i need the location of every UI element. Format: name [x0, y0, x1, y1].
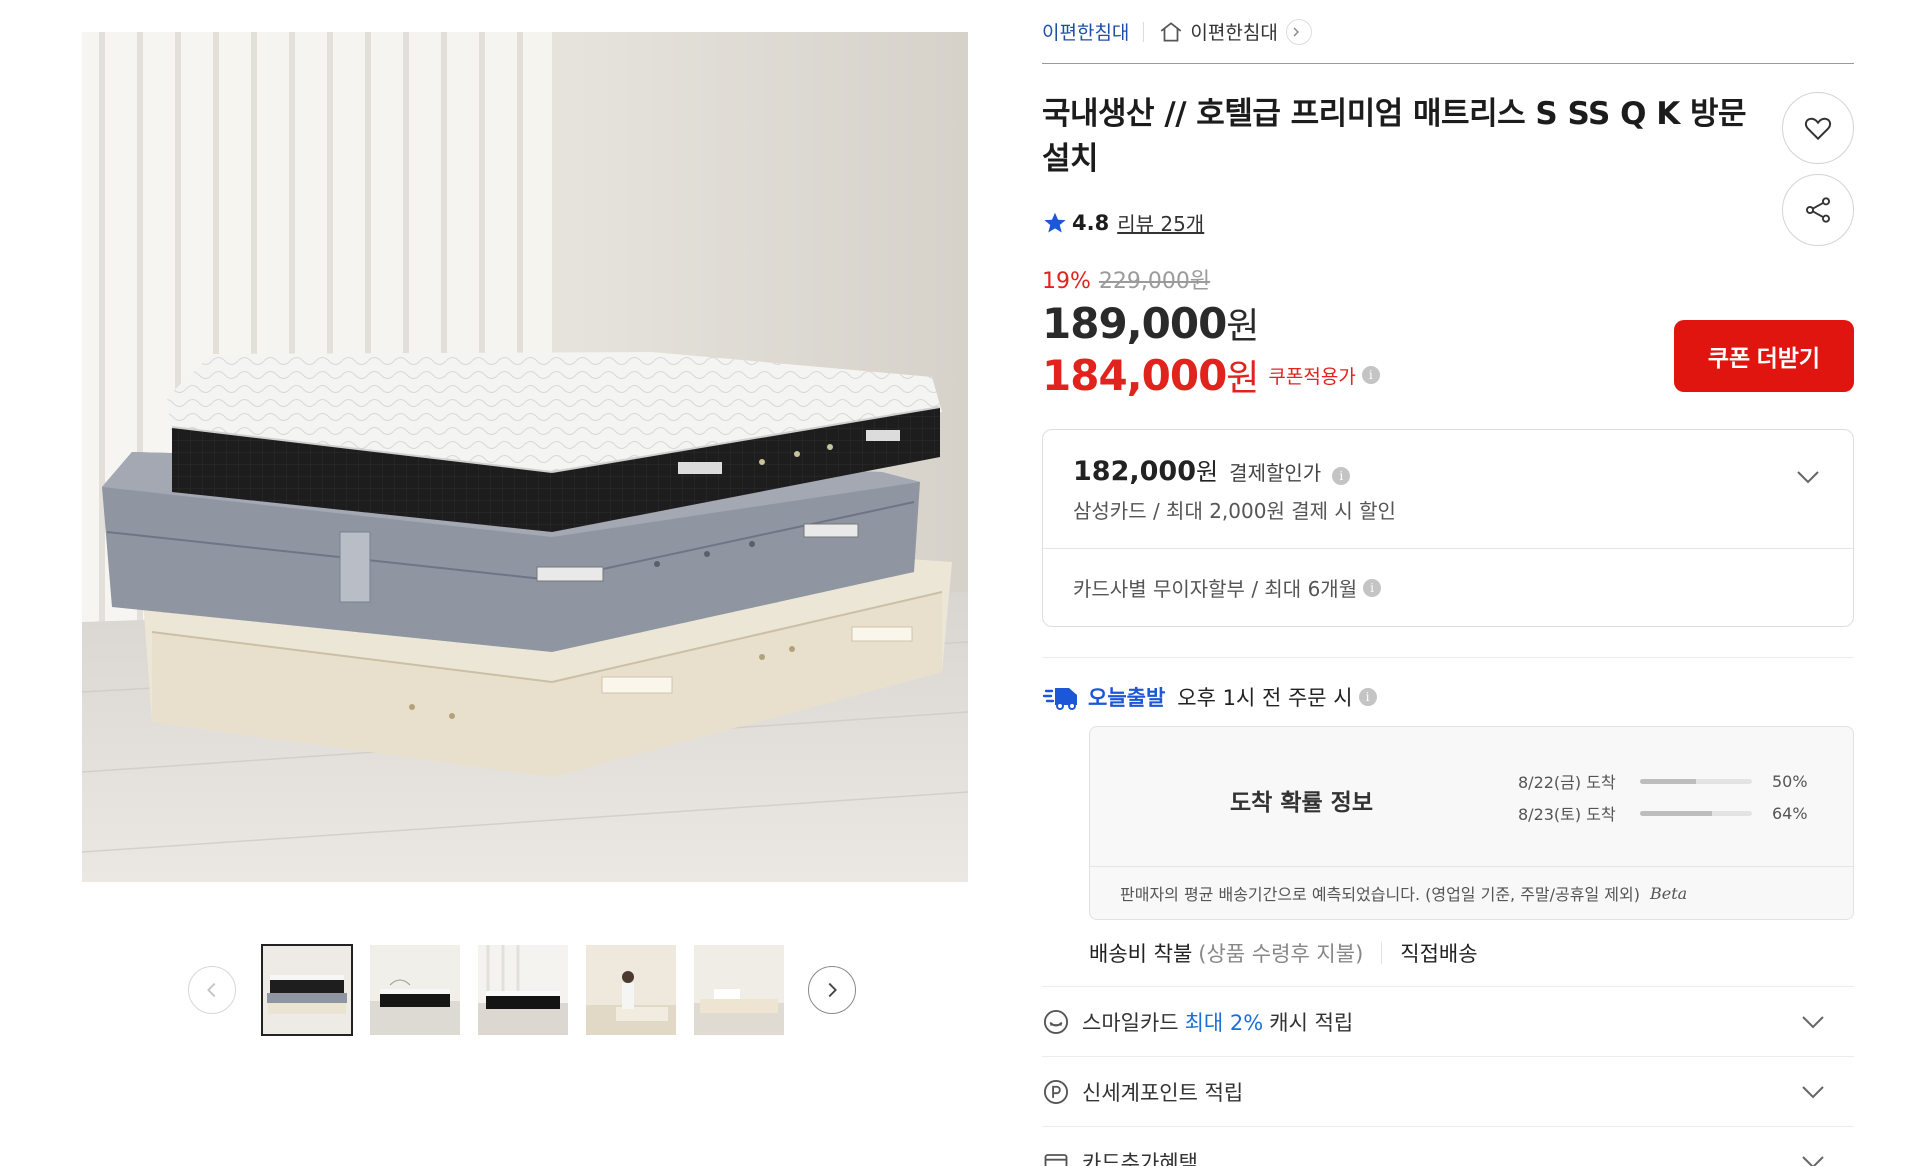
info-icon[interactable]: i: [1363, 578, 1382, 597]
coupon-price-label: 쿠폰적용가: [1268, 365, 1356, 388]
arrival-probability-box: 도착 확률 정보 8/22(금) 도착 50% 8/23(토) 도착 64% 판…: [1089, 726, 1854, 920]
thumbnail-next-button[interactable]: [808, 966, 856, 1014]
heart-icon: [1804, 117, 1832, 141]
probability-row: 8/23(토) 도착 64%: [1518, 797, 1816, 829]
info-icon[interactable]: i: [1361, 366, 1380, 384]
breadcrumb-store-home-link[interactable]: 이편한침대: [1158, 18, 1312, 45]
payment-discount-price: 182,000원: [1073, 456, 1218, 487]
point-icon: [1043, 1079, 1069, 1104]
probability-bar: [1640, 778, 1752, 784]
breadcrumb-store-link[interactable]: 이편한침대: [1042, 18, 1129, 45]
thumbnail-4[interactable]: [586, 945, 676, 1035]
mattress-photo: [82, 32, 968, 882]
probability-bar-fill: [1640, 810, 1712, 816]
probability-date: 8/23(토) 도착: [1518, 805, 1616, 824]
smile-card-suffix: 캐시 적립: [1269, 1010, 1354, 1035]
arrival-estimate-note: 판매자의 평균 배송기간으로 예측되었습니다. (영업일 기준, 주말/공휴일 …: [1090, 867, 1853, 919]
info-icon[interactable]: i: [1332, 467, 1351, 485]
rating-summary: 4.8 리뷰 25개: [1042, 208, 1854, 237]
breadcrumb: 이편한침대 이편한침대: [1042, 0, 1854, 64]
shipping-method: 직접배송: [1400, 942, 1478, 966]
info-icon[interactable]: i: [1358, 688, 1377, 706]
rating-value: 4.8: [1072, 210, 1110, 235]
chevron-right-icon: [1293, 27, 1299, 36]
shipping-fee: 배송비 착불: [1089, 942, 1193, 966]
shinsegae-point-row[interactable]: 신세계포인트 적립: [1042, 1056, 1854, 1126]
chevron-down-icon[interactable]: [1793, 462, 1823, 492]
shipping-condition: 오후 1시 전 주문 시: [1177, 686, 1353, 710]
thumbnail-2[interactable]: [370, 945, 460, 1035]
review-count-link[interactable]: 리뷰 25개: [1117, 208, 1204, 237]
card-discount-note: 삼성카드 / 최대 2,000원 결제 시 할인: [1073, 499, 1396, 523]
card-icon: [1044, 1153, 1068, 1166]
payment-discount-label: 결제할인가: [1229, 461, 1322, 485]
sale-price-number: 189,000: [1042, 299, 1227, 348]
thumbnail-3[interactable]: [478, 945, 568, 1035]
share-icon: [1806, 197, 1830, 223]
payment-discount-header[interactable]: 182,000원 결제할인가 i 삼성카드 / 최대 2,000원 결제 시 할…: [1043, 430, 1853, 549]
probability-list: 8/22(금) 도착 50% 8/23(토) 도착 64%: [1518, 765, 1816, 829]
thumbnail-5[interactable]: [694, 945, 784, 1035]
main-product-image[interactable]: [82, 32, 968, 882]
shipping-divider: [1381, 942, 1383, 964]
probability-bar: [1640, 810, 1752, 816]
probability-date: 8/22(금) 도착: [1518, 773, 1616, 792]
today-shipping-row: 오늘출발 오후 1시 전 주문 시 i: [1042, 682, 1854, 712]
probability-percent: 50%: [1772, 771, 1808, 791]
smile-card-label: 스마일카드: [1082, 1010, 1179, 1035]
breadcrumb-home-label: 이편한침대: [1190, 22, 1278, 44]
discount-rate: 19%: [1042, 269, 1091, 294]
payment-price-number: 182,000: [1073, 456, 1196, 487]
original-price: 229,000원: [1098, 269, 1211, 294]
breadcrumb-arrow-button[interactable]: [1285, 18, 1312, 45]
chevron-down-icon: [1802, 1155, 1824, 1166]
truck-icon: [1042, 688, 1077, 710]
home-icon: [1161, 21, 1182, 42]
get-more-coupons-button[interactable]: 쿠폰 더받기: [1674, 320, 1854, 392]
smile-card-benefit-row[interactable]: 스마일카드 최대 2% 캐시 적립: [1042, 986, 1854, 1056]
beta-badge: Beta: [1649, 883, 1688, 903]
today-shipping-label: 오늘출발: [1088, 686, 1166, 710]
benefit-list: 스마일카드 최대 2% 캐시 적립 신세계포인트 적립 카드추가혜택: [1042, 986, 1854, 1166]
coupon-price-number: 184,000: [1042, 351, 1227, 400]
payment-price-unit: 원: [1195, 458, 1219, 486]
share-button[interactable]: [1782, 174, 1854, 246]
probability-row: 8/22(금) 도착 50%: [1518, 765, 1816, 797]
chevron-down-icon: [1802, 1085, 1824, 1098]
breadcrumb-divider: [1143, 21, 1145, 42]
thumbnail-1[interactable]: [261, 944, 353, 1036]
card-extra-benefit-row[interactable]: 카드추가혜택: [1042, 1126, 1854, 1166]
title-row: 국내생산 // 호텔급 프리미엄 매트리스 S SS Q K 방문설치: [1042, 92, 1854, 246]
discount-line: 19% 229,000원: [1042, 263, 1854, 295]
shipping-fee-note: (상품 수령후 지불): [1198, 942, 1364, 966]
probability-percent: 64%: [1772, 803, 1808, 823]
arrival-probability-header: 도착 확률 정보 8/22(금) 도착 50% 8/23(토) 도착 64%: [1090, 727, 1853, 867]
installment-row: 카드사별 무이자할부 / 최대 6개월 i: [1043, 549, 1853, 626]
shipping-fee-row: 배송비 착불 (상품 수령후 지불) 직접배송: [1089, 938, 1854, 968]
arrival-note-text: 판매자의 평균 배송기간으로 예측되었습니다. (영업일 기준, 주말/공휴일 …: [1120, 885, 1640, 904]
chevron-left-icon: [207, 982, 216, 998]
product-title: 국내생산 // 호텔급 프리미엄 매트리스 S SS Q K 방문설치: [1042, 96, 1747, 177]
shinsegae-point-label: 신세계포인트 적립: [1082, 1080, 1244, 1105]
chevron-right-icon: [828, 982, 837, 998]
product-info-panel: 이편한침대 이편한침대 국내생산 // 호텔급 프리미엄 매트리스 S SS Q…: [1042, 0, 1854, 1166]
sale-price-unit: 원: [1226, 306, 1259, 347]
payment-discount-box: 182,000원 결제할인가 i 삼성카드 / 최대 2,000원 결제 시 할…: [1042, 429, 1854, 627]
coupon-price-unit: 원: [1226, 358, 1259, 399]
card-extra-label: 카드추가혜택: [1082, 1150, 1198, 1166]
arrival-title: 도착 확률 정보: [1230, 790, 1373, 816]
star-icon: [1044, 212, 1066, 233]
chevron-down-icon: [1802, 1015, 1824, 1028]
coupon-price: 184,000원: [1042, 349, 1259, 401]
installment-text: 카드사별 무이자할부 / 최대 6개월: [1073, 577, 1358, 601]
thumbnail-list: [261, 944, 784, 1036]
section-divider: [1042, 657, 1854, 658]
smile-card-icon: [1043, 1009, 1069, 1034]
smile-card-rate: 최대 2%: [1184, 1010, 1264, 1035]
thumbnail-prev-button[interactable]: [188, 966, 236, 1014]
probability-bar-fill: [1640, 778, 1696, 784]
wishlist-button[interactable]: [1782, 92, 1854, 164]
thumbnail-carousel: [188, 944, 861, 1036]
